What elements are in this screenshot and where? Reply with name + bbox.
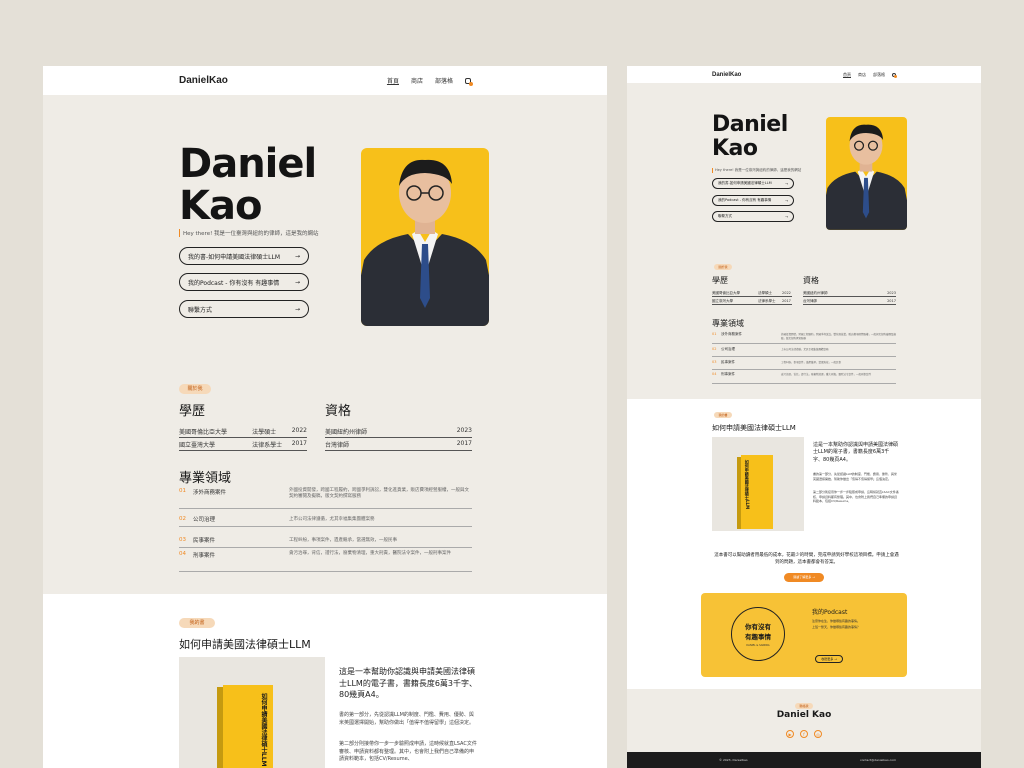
education-title: 學歷: [712, 276, 728, 285]
book-headline: 這是一本幫助你認識與申請美國法律碩士LLM的電子書，書籍長度6萬3千字、80幾頁…: [813, 442, 899, 463]
cert-row: 台灣律師 2017: [803, 299, 896, 305]
cart-icon[interactable]: [892, 72, 897, 78]
cert-row: 美國紐約州律師 2023: [803, 291, 896, 297]
arrow-right-icon: →: [294, 305, 300, 313]
edu-row: 國立臺灣大學 法律系學士 2017: [712, 299, 792, 305]
book-cta-text: 這本書可以幫助讀者用最低的成本，花最少的時間，完成申請到好學校這項目標。申請上會…: [714, 553, 899, 565]
footer-copyright: © 2023, DanielKao: [719, 758, 748, 762]
contact-link-button[interactable]: 聯繫方式 →: [712, 211, 794, 222]
arrow-right-icon: →: [785, 198, 788, 203]
nav-blog[interactable]: 部落格: [435, 76, 453, 85]
edu-row: 美國哥倫比亞大學 法學碩士 2022: [179, 427, 307, 438]
book-paragraph-1: 書的第一部分，先從認識LLM的制度、門檻、費用、優勢、與米英國選擇開始，幫助你做…: [813, 472, 897, 481]
footer-email[interactable]: contact@danielkao.com: [860, 758, 896, 762]
portrait-photo: [826, 117, 907, 230]
edu-row: 國立臺灣大學 法律系學士 2017: [179, 440, 307, 451]
hero-tagline: Hey there! 我是一位臺灣與紐約的律師，這是我的網站: [712, 168, 822, 173]
contact-name: Daniel Kao: [776, 710, 832, 720]
practice-row: 01 涉外商務案件 外國投資開發，跨國工程履約，跨國爭利訴訟，雙化進貨業，販店費…: [179, 488, 472, 509]
practice-title: 專業領域: [712, 319, 744, 328]
nav-home[interactable]: 首頁: [387, 76, 399, 85]
hero-name: Daniel Kao: [179, 141, 317, 229]
podcast-desc-1: 注意你在生，你做哪些有趣的事情。: [812, 619, 861, 623]
book-paragraph-2: 第二部分則接帶你一步一步驗照成申請，這時候就直LSAC文件審核、申請資料都有整理…: [813, 490, 899, 503]
podcast-card: 你有沒有 有趣事情 DANIEL & SANDRA 我的Podcast 注意你在…: [701, 593, 907, 677]
nav-shop[interactable]: 商店: [858, 72, 866, 78]
podcast-link-button[interactable]: 我的Podcast - 你有沒有 有趣事情 →: [179, 273, 309, 291]
site-header: DanielKao 首頁 商店 部落格: [627, 66, 981, 83]
practice-row: 02 公司治理 上市公司法律遵循，尤其幸福集集團體案務: [712, 347, 896, 357]
book-paragraph-1: 書的第一部分，先從認識LLM的制度、門檻、費用、優勢、與米英國選擇開始，幫助你做…: [339, 712, 475, 726]
book-badge: 我的書: [179, 618, 215, 628]
site-footer: © 2023, DanielKao contact@danielkao.com: [627, 752, 981, 768]
hero-tagline: Hey there! 我是一位臺灣與紐約的律師，這是我的網站: [179, 229, 369, 237]
hero-name: Daniel Kao: [712, 112, 788, 161]
practice-row: 03 民事案件 工程糾紛，事項案件，遺產繼承，當選無效，一般民事: [179, 532, 472, 548]
facebook-icon[interactable]: f: [800, 730, 808, 738]
practice-row: 04 刑事案件 貪污治罪，背信，證行法，廢棄物清理，重大刑責，醫院法令案件，一般…: [179, 551, 472, 572]
practice-row: 01 涉外商務案件 外國投資開發，跨國工程履約，跨國爭利訴訟，雙化進貨業，販店費項經…: [712, 332, 896, 344]
edu-row: 美國哥倫比亞大學 法學碩士 2022: [712, 291, 792, 297]
education-title: 學歷: [179, 404, 206, 419]
main-nav: 首頁 商店 部落格: [387, 76, 473, 86]
book-headline: 這是一本幫助你認識與申請美國法律碩士LLM的電子書，書籍長度6萬3千字、80幾頁…: [339, 667, 477, 700]
book-section: [43, 594, 607, 768]
arrow-right-icon: →: [294, 252, 300, 260]
podcast-listen-button[interactable]: 收聽更多 →: [815, 655, 843, 663]
nav-home[interactable]: 首頁: [843, 72, 851, 78]
practice-row: 04 刑事案件 貪污治罪，背信，證行法，廢棄物清理，重大刑責，醫院法令案件，一般刑事…: [712, 372, 896, 384]
desktop-preview: DanielKao 首頁 商店 部落格 Daniel Kao Hey there…: [43, 66, 607, 768]
nav-shop[interactable]: 商店: [411, 76, 423, 85]
book-cover: 如何申請美國法律碩士LLM: [741, 455, 773, 529]
instagram-icon[interactable]: ◎: [814, 730, 822, 738]
mobile-preview: DanielKao 首頁 商店 部落格 Daniel Kao Hey there…: [627, 66, 981, 768]
podcast-desc-2: 上班一整天，你做哪些有趣的事情？: [812, 625, 861, 629]
qualification-title: 資格: [325, 404, 352, 419]
book-link-button[interactable]: 我的書-如何申請美國法律碩士LLM →: [712, 178, 794, 189]
about-badge: 關於我: [714, 264, 732, 270]
site-header: DanielKao 首頁 商店 部落格: [43, 66, 607, 95]
book-image: 如何申請美國法律碩士LLM: [712, 437, 804, 531]
nav-blog[interactable]: 部落格: [873, 72, 885, 78]
contact-badge: 聯絡我: [795, 703, 813, 709]
portrait-photo: [361, 148, 489, 326]
site-logo[interactable]: DanielKao: [179, 75, 228, 86]
book-cover: 如何申請美國法律碩士LLM: [223, 685, 273, 768]
site-logo[interactable]: DanielKao: [712, 72, 741, 78]
book-title: 如何申請美國法律碩士LLM: [179, 638, 311, 651]
cart-icon[interactable]: [465, 77, 473, 86]
cert-row: 美國紐約州律師 2023: [325, 427, 472, 438]
podcast-title: 我的Podcast: [812, 609, 848, 616]
podcast-link-button[interactable]: 我的Podcast - 你有沒有 有趣事情 →: [712, 195, 794, 206]
cert-row: 台灣律師 2017: [325, 440, 472, 451]
about-badge: 關於我: [179, 384, 211, 394]
book-image: 如何申請美國法律碩士LLM: [179, 657, 325, 768]
contact-link-button[interactable]: 聯繫方式 →: [179, 300, 309, 318]
book-title: 如何申請美國法律碩士LLM: [712, 424, 796, 432]
arrow-right-icon: →: [785, 214, 788, 219]
practice-row: 02 公司治理 上市公司法律遵循，尤其幸福集集團體案務: [179, 511, 472, 527]
main-nav: 首頁 商店 部落格: [843, 72, 897, 78]
book-read-more-button[interactable]: 閱讀了解更多 →: [784, 573, 824, 582]
practice-row: 03 民事案件 工程糾紛，事項案件，遺產繼承，當選無效，一般民事: [712, 360, 896, 370]
arrow-right-icon: →: [294, 278, 300, 286]
arrow-right-icon: →: [785, 181, 788, 186]
qualification-title: 資格: [803, 276, 819, 285]
book-paragraph-2: 第二部分則接帶你一步一步驗照成申請，這時候就直LSAC文件審核、申請資料都有整理…: [339, 741, 477, 762]
book-link-button[interactable]: 我的書-如何申請美國法律碩士LLM →: [179, 247, 309, 265]
practice-title: 專業領域: [179, 471, 232, 486]
podcast-cover: 你有沒有 有趣事情 DANIEL & SANDRA: [731, 607, 785, 661]
youtube-icon[interactable]: ▶: [786, 730, 794, 738]
book-badge: 我的書: [714, 412, 732, 418]
